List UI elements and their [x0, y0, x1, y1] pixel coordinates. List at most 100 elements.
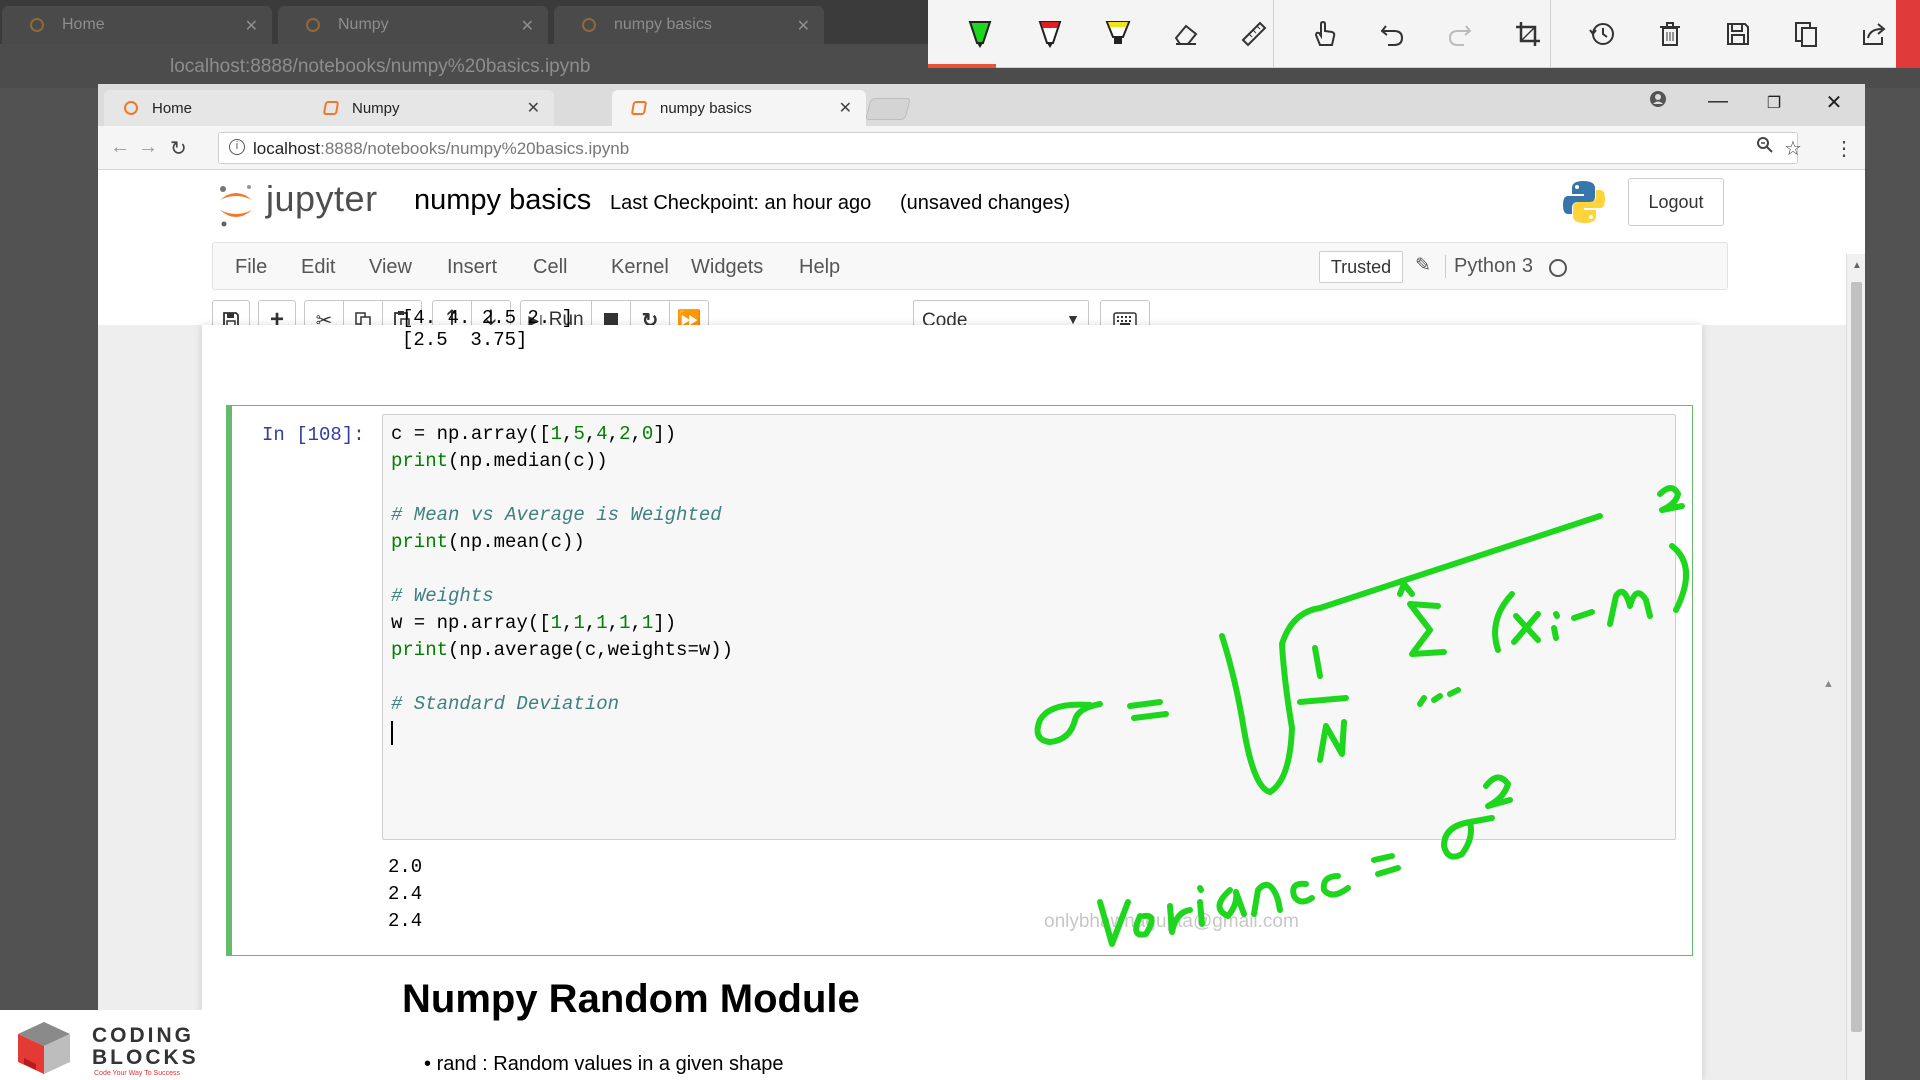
toolbar-separator — [1273, 0, 1274, 68]
close-icon[interactable]: ✕ — [527, 98, 540, 118]
history-icon[interactable] — [1582, 14, 1622, 54]
scroll-up-icon[interactable]: ▲ — [1823, 678, 1834, 690]
jupyter-brand: jupyter — [266, 178, 378, 219]
tab-label: numpy basics — [660, 100, 752, 117]
logo-text: CODING — [92, 1024, 194, 1047]
menu-edit[interactable]: Edit — [301, 256, 335, 279]
pen-red-icon[interactable] — [1030, 14, 1070, 54]
background-tab-numpy-basics[interactable]: numpy basics ✕ — [554, 6, 824, 44]
touch-writing-icon[interactable] — [1304, 14, 1344, 54]
browser-window: Home ✕ Numpy ✕ numpy basics ✕ — ❐ ✕ ← → … — [98, 84, 1865, 1080]
code-comment: # Standard Deviation — [391, 693, 620, 715]
share-icon[interactable] — [1854, 14, 1894, 54]
code-editor[interactable]: c = np.array([1,5,4,2,0]) print(np.media… — [382, 414, 1676, 840]
notebook-area: [4. 4. 2.5 2. ] [2.5 3.75] In [108]: c =… — [98, 307, 1846, 1080]
highlighter-icon[interactable] — [1098, 14, 1138, 54]
url-host: localhost — [253, 139, 321, 158]
output-line: 2.4 — [388, 883, 423, 905]
new-tab-button[interactable] — [865, 98, 911, 120]
close-icon[interactable]: ✕ — [839, 98, 852, 118]
crop-icon[interactable] — [1508, 14, 1548, 54]
logo-tagline: Code Your Way To Success — [94, 1070, 180, 1077]
previous-output-line: [4. 4. 2.5 2. ] — [402, 307, 574, 329]
background-tab-numpy[interactable]: Numpy ✕ — [278, 6, 548, 44]
tab-label: Home — [152, 100, 193, 117]
code-comment: # Weights — [391, 585, 494, 607]
background-tab-label: Home — [62, 16, 105, 33]
copy-icon[interactable] — [1786, 14, 1826, 54]
previous-output-line: [2.5 3.75] — [402, 329, 528, 351]
close-icon[interactable]: ✕ — [521, 16, 534, 36]
pen-green-icon[interactable] — [960, 14, 1000, 54]
notebook-favicon-icon — [322, 101, 340, 115]
markdown-bullet-text: rand : Random values in a given shape — [436, 1053, 784, 1075]
menu-help[interactable]: Help — [799, 256, 840, 279]
pencil-icon[interactable]: ✎ — [1415, 254, 1431, 277]
code-line: print(np.median(c)) — [391, 450, 608, 472]
jupyter-favicon-icon — [30, 18, 44, 32]
jupyter-logo-icon[interactable] — [216, 180, 256, 230]
close-icon[interactable]: ✕ — [245, 16, 258, 36]
vertical-scrollbar[interactable]: ▲ — [1846, 254, 1865, 1080]
background-page-right — [1864, 88, 1920, 1080]
undo-icon[interactable] — [1372, 14, 1412, 54]
tab-numpy-basics[interactable]: numpy basics ✕ — [612, 90, 866, 126]
notebook-page: [4. 4. 2.5 2. ] [2.5 3.75] In [108]: c =… — [202, 307, 1702, 1080]
annotation-toolbar-edge — [1896, 0, 1920, 68]
info-icon[interactable]: i — [229, 139, 245, 155]
back-icon[interactable]: ← — [110, 136, 130, 159]
zoom-icon[interactable] — [1756, 136, 1774, 159]
python-logo-icon — [1560, 178, 1608, 226]
output-line: 2.4 — [388, 910, 423, 932]
profile-icon[interactable] — [1638, 90, 1678, 120]
background-tab-home[interactable]: Home ✕ — [2, 6, 272, 44]
close-icon[interactable]: ✕ — [797, 16, 810, 36]
ruler-icon[interactable] — [1234, 14, 1274, 54]
code-line: c = np.array([1,5,4,2,0]) — [391, 423, 677, 445]
logout-button[interactable]: Logout — [1628, 178, 1724, 226]
window-close-icon[interactable]: ✕ — [1814, 90, 1854, 120]
code-comment: # Mean vs Average is Weighted — [391, 504, 722, 526]
eraser-icon[interactable] — [1166, 14, 1206, 54]
menu-kernel[interactable]: Kernel — [611, 256, 669, 279]
background-page-left — [0, 88, 98, 1080]
menu-cell[interactable]: Cell — [533, 256, 567, 279]
menu-bar: File Edit View Insert Cell Kernel Widget… — [212, 242, 1728, 290]
trash-icon[interactable] — [1650, 14, 1690, 54]
background-tab-label: Numpy — [338, 16, 389, 33]
menu-view[interactable]: View — [369, 256, 412, 279]
menu-widgets[interactable]: Widgets — [691, 256, 763, 279]
notebook-name[interactable]: numpy basics — [414, 184, 591, 217]
menu-insert[interactable]: Insert — [447, 256, 497, 279]
kernel-name[interactable]: Python 3 — [1445, 255, 1533, 278]
scroll-up-icon[interactable]: ▲ — [1852, 260, 1862, 271]
save-icon[interactable] — [1718, 14, 1758, 54]
markdown-bullet: • rand : Random values in a given shape — [424, 1053, 784, 1075]
coding-blocks-logo: CODING BLOCKS Code Your Way To Success — [0, 1010, 202, 1080]
text-cursor — [391, 721, 393, 745]
cube-logo-icon — [18, 1022, 70, 1074]
restore-icon[interactable]: ❐ — [1754, 93, 1794, 123]
redo-icon[interactable] — [1440, 14, 1480, 54]
checkpoint-status: Last Checkpoint: an hour ago — [610, 192, 872, 214]
logo-text: BLOCKS — [92, 1046, 199, 1069]
menu-kebab-icon[interactable]: ⋮ — [1834, 136, 1854, 161]
scrollbar-thumb[interactable] — [1851, 282, 1862, 1032]
url-field[interactable]: i localhost:8888/notebooks/numpy%20basic… — [218, 132, 1798, 164]
code-line: print(np.mean(c)) — [391, 531, 585, 553]
bookmark-star-icon[interactable]: ☆ — [1784, 136, 1802, 161]
jupyter-favicon-icon — [124, 101, 138, 115]
menu-file[interactable]: File — [235, 256, 267, 279]
notebook-favicon-icon — [306, 18, 320, 32]
minimize-icon[interactable]: — — [1698, 90, 1738, 120]
code-cell[interactable]: In [108]: c = np.array([1,5,4,2,0]) prin… — [226, 405, 1693, 956]
trusted-indicator[interactable]: Trusted — [1319, 251, 1403, 283]
tab-numpy[interactable]: Numpy ✕ — [304, 90, 554, 126]
reload-icon[interactable]: ↻ — [170, 136, 187, 161]
forward-icon[interactable]: → — [138, 136, 158, 159]
active-tool-indicator — [928, 64, 996, 68]
tab-strip: Home ✕ Numpy ✕ numpy basics ✕ — ❐ ✕ — [98, 84, 1865, 126]
toolbar-separator — [1550, 0, 1551, 68]
address-bar: ← → ↻ i localhost:8888/notebooks/numpy%2… — [98, 126, 1865, 170]
notebook-favicon-icon — [630, 101, 648, 115]
